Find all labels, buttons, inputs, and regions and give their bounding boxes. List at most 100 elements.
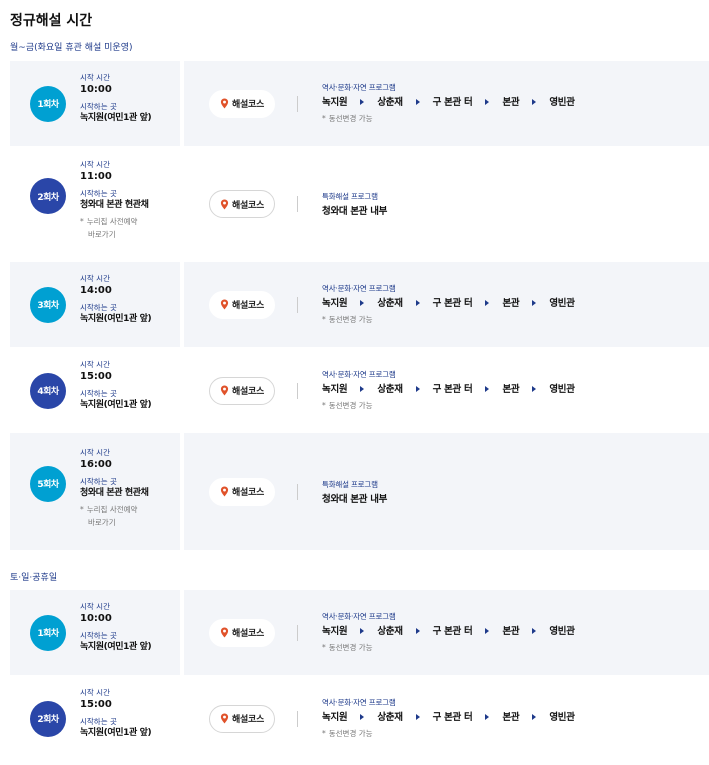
route-stop: 상춘재 <box>377 383 403 395</box>
start-time-label: 시작 시간 <box>80 160 110 169</box>
program-text: 청와대 본관 내부 <box>322 493 388 505</box>
course-button[interactable]: 해설코스 <box>209 190 275 218</box>
start-place-label: 시작하는 곳 <box>80 476 117 486</box>
start-place: 녹지원(여민1관 앞) <box>80 313 152 324</box>
session-badge: 5회차 <box>30 465 66 502</box>
program-label: 역사·문화·자연 프로그램 <box>322 82 396 92</box>
reservation-link[interactable]: 바로가기 <box>80 516 180 529</box>
program-details: 특화해설 프로그램 청와대 본관 내부 <box>322 191 709 218</box>
session-row: 2회차 시작 시간 11:00 시작하는 곳 청와대 본관 현관채 * 누리집 사전예약 바로… <box>10 149 709 259</box>
start-time-label: 시작 시간 <box>80 72 110 82</box>
course-button-label: 해설코스 <box>232 715 264 725</box>
route-note-text: 동선변경 가능 <box>328 400 373 410</box>
triangle-right-icon <box>532 300 537 306</box>
session-meta: 시작 시간 16:00 시작하는 곳 청와대 본관 현관채 * 누리집 사전예약 바로가기 <box>80 448 180 529</box>
session-row: 3회차 시작 시간 14:00 시작하는 곳 녹지원(여민1관 앞) 해설코스 역사·문화·… <box>10 262 709 347</box>
course-button[interactable]: 해설코스 <box>209 704 275 733</box>
asterisk-icon: * <box>80 217 84 226</box>
session-meta: 시작 시간 11:00 시작하는 곳 청와대 본관 현관채 * 누리집 사전예약 바로가기 <box>80 160 180 241</box>
program-info: 해설코스 특화해설 프로그램 청와대 본관 내부 <box>184 149 709 259</box>
program-label: 역사·문화·자연 프로그램 <box>322 611 396 621</box>
location-pin-icon <box>220 299 229 310</box>
route-stop: 녹지원 <box>322 711 348 723</box>
asterisk-icon: * <box>322 113 326 123</box>
route-stop: 녹지원 <box>322 297 348 309</box>
course-button[interactable]: 해설코스 <box>209 89 275 118</box>
triangle-right-icon <box>415 300 420 306</box>
asterisk-icon: * <box>322 642 326 652</box>
reservation-info: * 누리집 사전예약 바로가기 <box>80 503 180 529</box>
program-info: 해설코스 역사·문화·자연 프로그램녹지원 상춘재 구 본관 터 본관 영빈관 * 동선변경 … <box>184 61 709 146</box>
reservation-text: 누리집 사전예약 <box>86 504 138 514</box>
route-note: * 동선변경 가능 <box>322 401 709 411</box>
triangle-right-icon <box>415 386 420 392</box>
route-stop: 녹지원 <box>322 96 348 108</box>
route-stop: 구 본관 터 <box>432 383 473 395</box>
divider <box>297 95 298 112</box>
route-stop: 본관 <box>502 96 520 108</box>
session-badge: 3회차 <box>30 286 66 323</box>
start-place-label: 시작하는 곳 <box>80 388 117 398</box>
triangle-right-icon <box>532 99 537 105</box>
session-info: 2회차 시작 시간 15:00 시작하는 곳 녹지원(여민1관 앞) <box>10 676 180 761</box>
session-badge: 2회차 <box>30 178 66 214</box>
session-row: 1회차 시작 시간 10:00 시작하는 곳 녹지원(여민1관 앞) 해설코스 역사·문화·… <box>10 590 709 675</box>
session-info: 3회차 시작 시간 14:00 시작하는 곳 녹지원(여민1관 앞) <box>10 262 180 347</box>
start-time-label: 시작 시간 <box>80 687 110 697</box>
start-place: 청와대 본관 현관채 <box>80 487 149 498</box>
route-note-text: 동선변경 가능 <box>328 642 373 652</box>
route-stop: 영빈관 <box>549 297 575 309</box>
asterisk-icon: * <box>322 728 326 738</box>
session-row: 1회차 시작 시간 10:00 시작하는 곳 녹지원(여민1관 앞) 해설코스 역사·문화·… <box>10 61 709 146</box>
start-place: 녹지원(여민1관 앞) <box>80 112 152 123</box>
location-pin-icon <box>220 486 229 497</box>
program-details: 역사·문화·자연 프로그램 녹지원 상춘재 구 본관 터 본관 영빈관 * 동선변경 가능 <box>322 369 709 411</box>
start-place-label: 시작하는 곳 <box>80 630 117 640</box>
triangle-right-icon <box>360 99 365 105</box>
course-button[interactable]: 해설코스 <box>209 618 275 647</box>
route-stop: 상춘재 <box>377 96 403 108</box>
route-stop: 영빈관 <box>549 383 575 395</box>
course-button[interactable]: 해설코스 <box>209 376 275 405</box>
course-button[interactable]: 해설코스 <box>209 290 275 319</box>
route-stop: 상춘재 <box>377 711 403 723</box>
start-time: 14:00 <box>80 284 112 296</box>
triangle-right-icon <box>415 628 420 634</box>
start-time: 11:00 <box>80 171 112 182</box>
session-row: 2회차 시작 시간 15:00 시작하는 곳 녹지원(여민1관 앞) 해설코스 역사·문화·… <box>10 676 709 761</box>
session-info: 1회차 시작 시간 10:00 시작하는 곳 녹지원(여민1관 앞) <box>10 590 180 675</box>
session-info: 4회차 시작 시간 15:00 시작하는 곳 녹지원(여민1관 앞) <box>10 348 180 433</box>
triangle-right-icon <box>415 99 420 105</box>
route-stop: 상춘재 <box>377 625 403 637</box>
divider <box>297 296 298 313</box>
route-stop: 본관 <box>502 383 520 395</box>
route-stop: 구 본관 터 <box>432 297 473 309</box>
divider <box>297 382 298 399</box>
start-place: 녹지원(여민1관 앞) <box>80 399 152 410</box>
location-pin-icon <box>220 199 229 210</box>
course-button[interactable]: 해설코스 <box>209 477 275 506</box>
start-time-label: 시작 시간 <box>80 601 110 611</box>
triangle-right-icon <box>485 300 490 306</box>
program-details: 역사·문화·자연 프로그램 녹지원 상춘재 구 본관 터 본관 영빈관 * 동선변경 가능 <box>322 697 709 739</box>
reservation-link[interactable]: 바로가기 <box>80 228 180 241</box>
session-info: 5회차 시작 시간 16:00 시작하는 곳 청와대 본관 현관채 * 누리집 사전예약 바로… <box>10 433 180 550</box>
session-meta: 시작 시간 15:00 시작하는 곳 녹지원(여민1관 앞) <box>80 360 180 411</box>
session-badge: 1회차 <box>30 85 66 122</box>
triangle-right-icon <box>360 628 365 634</box>
route-stop: 구 본관 터 <box>432 96 473 108</box>
route-note: * 동선변경 가능 <box>322 643 709 653</box>
session-meta: 시작 시간 15:00 시작하는 곳 녹지원(여민1관 앞) <box>80 688 180 739</box>
program-info: 해설코스 역사·문화·자연 프로그램 녹지원 상춘재 구 본관 터 본관 영빈관 * 동선변경 … <box>184 676 709 761</box>
triangle-right-icon <box>485 628 490 634</box>
start-time-label: 시작 시간 <box>80 447 110 457</box>
session-meta: 시작 시간 14:00 시작하는 곳 녹지원(여민1관 앞) <box>80 274 180 325</box>
triangle-right-icon <box>485 99 490 105</box>
route-stop: 영빈관 <box>549 96 575 108</box>
route-stop: 구 본관 터 <box>432 625 473 637</box>
route-stop: 본관 <box>502 297 520 309</box>
route-note-text: 동선변경 가능 <box>328 728 373 738</box>
route-note: * 동선변경 가능 <box>322 114 709 124</box>
route-note: * 동선변경 가능 <box>322 729 709 739</box>
course-button-label: 해설코스 <box>232 301 264 311</box>
